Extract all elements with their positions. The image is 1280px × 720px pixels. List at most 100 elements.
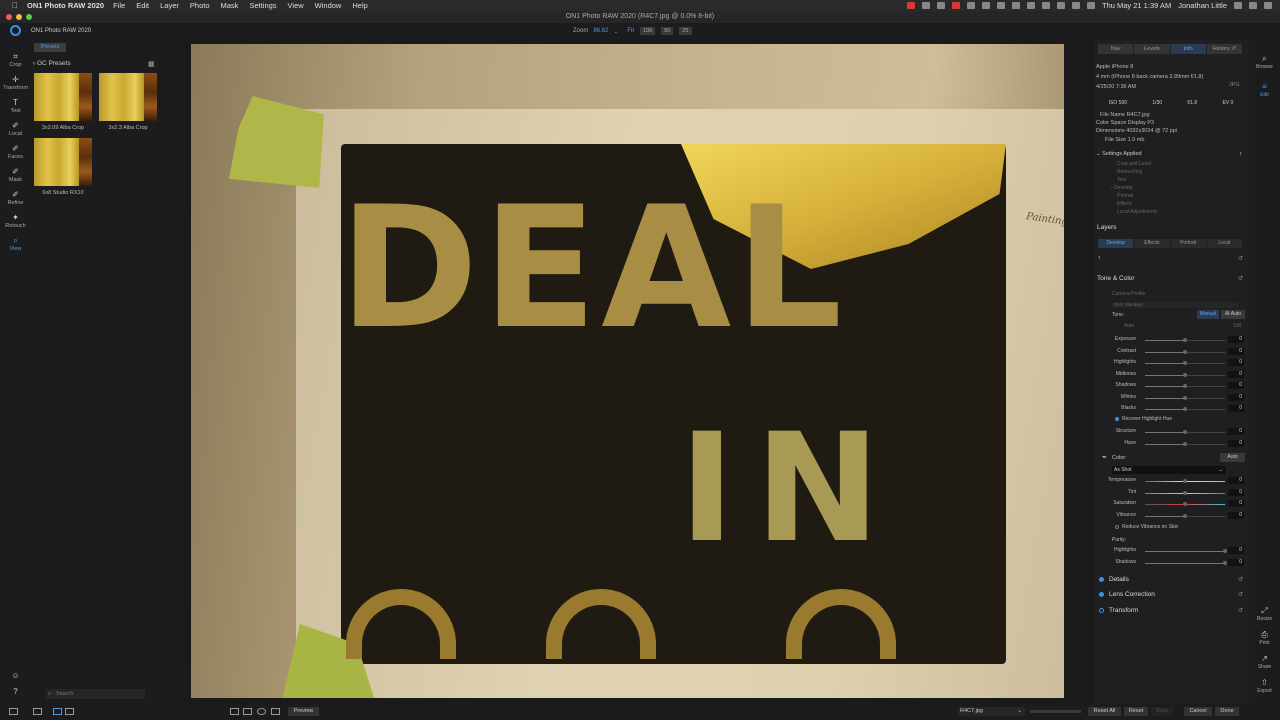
chevron-left-icon[interactable]: ‹: [33, 60, 35, 67]
minimize-window-button[interactable]: [16, 14, 22, 20]
volume-icon[interactable]: [1042, 2, 1050, 9]
slider-value[interactable]: 0: [1228, 370, 1244, 378]
zoom-25-button[interactable]: 25: [679, 27, 692, 35]
module-share[interactable]: ↗ Share: [1249, 654, 1280, 670]
tab-info[interactable]: Info: [1170, 44, 1206, 54]
zoom-50-button[interactable]: 50: [661, 27, 674, 35]
filmstrip-icon[interactable]: [33, 708, 42, 715]
slider-value[interactable]: 0: [1228, 393, 1244, 401]
close-window-button[interactable]: [6, 14, 12, 20]
file-select[interactable]: R4C7.jpg ⌄: [958, 707, 1025, 716]
reduce-vibrance-checkbox[interactable]: Reduce Vibrance on Skin: [1115, 524, 1178, 530]
slider-knob[interactable]: [1183, 479, 1187, 483]
menu-photo[interactable]: Photo: [190, 1, 210, 10]
details-reset-icon[interactable]: ↺: [1238, 576, 1243, 583]
tab-history[interactable]: History ↺: [1206, 44, 1242, 54]
slider-value[interactable]: 0: [1228, 500, 1244, 507]
photo-preview[interactable]: DEAL IN Painting: [191, 44, 1064, 698]
maximize-window-button[interactable]: [26, 14, 32, 20]
tab-portrait[interactable]: Portrait: [1170, 239, 1206, 248]
tool-crop[interactable]: ⌗ Crop: [0, 53, 31, 69]
menu-clock[interactable]: Thu May 21 1:39 AM: [1102, 1, 1171, 10]
slider-contrast[interactable]: Contrast 0: [1093, 347, 1249, 356]
tool-local[interactable]: ✐ Local: [0, 122, 31, 138]
battery-icon[interactable]: [1072, 2, 1080, 9]
section-transform[interactable]: Transform: [1099, 607, 1138, 614]
develop-reset-icon[interactable]: ↺: [1238, 255, 1243, 262]
slider-midtones[interactable]: Midtones 0: [1093, 370, 1249, 379]
reset-button[interactable]: Reset: [1124, 707, 1148, 716]
slider-track[interactable]: [1145, 349, 1225, 354]
slider-track[interactable]: [1145, 502, 1225, 506]
time-machine-icon[interactable]: [1012, 2, 1020, 9]
module-print[interactable]: ⎙ Print: [1249, 630, 1280, 646]
menu-settings[interactable]: Settings: [249, 1, 276, 10]
tool-transform[interactable]: ✛ Transform: [0, 76, 31, 92]
slider-knob[interactable]: [1223, 560, 1227, 565]
slider-knob[interactable]: [1183, 513, 1187, 518]
tool-view[interactable]: ⌕ View: [0, 237, 31, 253]
done-button[interactable]: Done: [1215, 707, 1239, 716]
slider-knob[interactable]: [1183, 361, 1187, 365]
tab-effects[interactable]: Effects: [1134, 239, 1170, 248]
slider-value[interactable]: 0: [1228, 477, 1244, 484]
slider-knob[interactable]: [1183, 430, 1187, 434]
slider-exposure[interactable]: Exposure 0: [1093, 336, 1249, 344]
tab-levels[interactable]: Levels: [1134, 44, 1170, 54]
menu-window[interactable]: Window: [315, 1, 342, 10]
gear-status-icon[interactable]: [997, 2, 1005, 9]
slider-track[interactable]: [1145, 479, 1225, 483]
slider-whites[interactable]: Whites 0: [1093, 393, 1249, 402]
module-edit[interactable]: ≡ Edit: [1249, 82, 1280, 98]
presets-tab[interactable]: Presets: [34, 43, 66, 52]
slider-value[interactable]: 0: [1228, 428, 1244, 435]
menu-edit[interactable]: Edit: [136, 1, 149, 10]
tone-ai-auto-button[interactable]: AI Auto: [1221, 310, 1245, 319]
slider-tint[interactable]: Tint 0: [1093, 488, 1249, 497]
reset-all-button[interactable]: Reset All: [1088, 707, 1121, 716]
slider-knob[interactable]: [1183, 441, 1187, 446]
slider-value[interactable]: 0: [1228, 382, 1244, 389]
zoom-fit-button[interactable]: Fit: [627, 28, 634, 34]
section-enabled-icon[interactable]: [1099, 591, 1104, 597]
text-status-icon[interactable]: [967, 2, 975, 9]
record-status-icon[interactable]: [952, 2, 960, 9]
mask-view-icon[interactable]: [243, 708, 252, 715]
clipping-icon[interactable]: [271, 708, 280, 715]
zoom-chevron-icon[interactable]: ⌄: [613, 28, 618, 35]
recover-highlight-hue-checkbox[interactable]: Recover Highlight Hue: [1115, 416, 1172, 422]
slider-knob[interactable]: [1183, 384, 1187, 388]
preset-item[interactable]: 3x2.3 Alba Crop: [99, 73, 157, 131]
expand-icon[interactable]: ↕: [1239, 151, 1242, 157]
slider-structure[interactable]: Structure 0: [1093, 428, 1249, 436]
preview-button[interactable]: Preview: [288, 707, 319, 716]
menu-app-name[interactable]: ON1 Photo RAW 2020: [27, 1, 104, 10]
slider-knob[interactable]: [1183, 490, 1187, 495]
chrome-status-icon[interactable]: [937, 2, 945, 9]
preset-item[interactable]: 6x8 Studio RX10: [34, 138, 92, 196]
slider-value[interactable]: 0: [1228, 336, 1244, 343]
slider-track[interactable]: [1145, 361, 1225, 365]
cancel-button[interactable]: Cancel: [1184, 707, 1212, 716]
slider-track[interactable]: [1145, 338, 1225, 342]
menu-user[interactable]: Jonathan Little: [1178, 1, 1227, 10]
slider-vibrance[interactable]: Vibrance 0: [1093, 511, 1249, 520]
slider-track[interactable]: [1145, 384, 1225, 388]
slider-track[interactable]: [1145, 490, 1225, 495]
slider-knob[interactable]: [1183, 349, 1187, 354]
soft-proof-icon[interactable]: [257, 708, 266, 715]
slider-shadows[interactable]: Shadows 0: [1093, 558, 1249, 567]
menu-layer[interactable]: Layer: [160, 1, 179, 10]
siri-icon[interactable]: [1249, 2, 1257, 9]
slider-knob[interactable]: [1183, 338, 1187, 342]
slider-highlights[interactable]: Highlights 0: [1093, 359, 1249, 367]
slider-track[interactable]: [1145, 372, 1225, 377]
tool-text[interactable]: T Text: [0, 99, 31, 115]
panel-toggle-icon[interactable]: [9, 708, 18, 715]
slider-value[interactable]: 0: [1228, 405, 1244, 412]
slider-saturation[interactable]: Saturation 0: [1093, 500, 1249, 508]
menu-help[interactable]: Help: [352, 1, 367, 10]
slider-highlights[interactable]: Highlights 0: [1093, 547, 1249, 555]
bluetooth-icon[interactable]: [1027, 2, 1035, 9]
menu-view[interactable]: View: [288, 1, 304, 10]
